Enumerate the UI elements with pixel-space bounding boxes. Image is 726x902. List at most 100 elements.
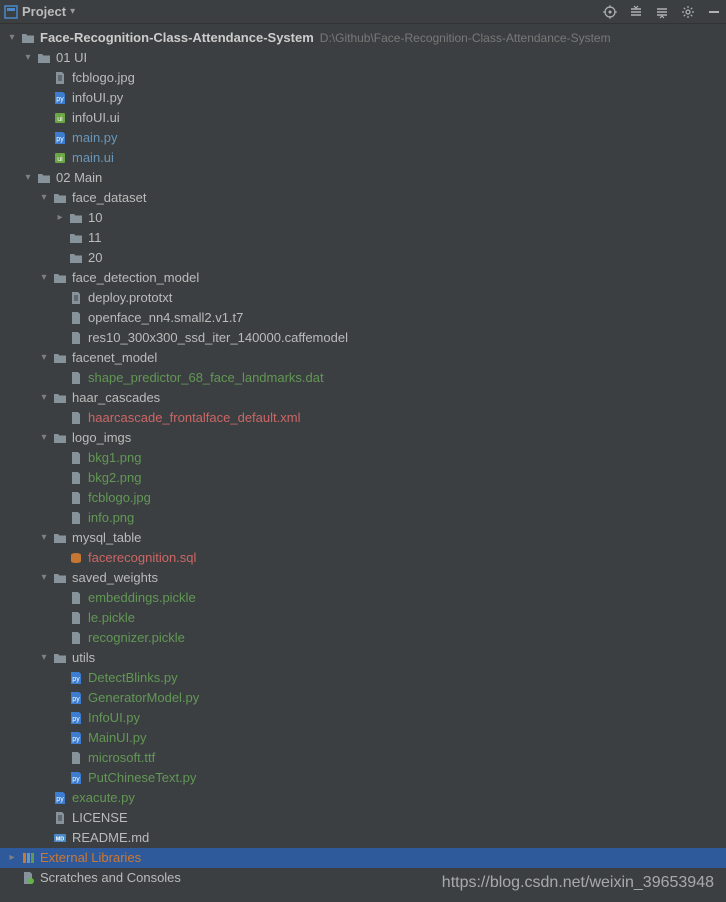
txt-icon xyxy=(52,810,68,826)
project-title[interactable]: Project xyxy=(22,4,66,19)
project-tool-icon xyxy=(4,5,18,19)
generic-icon xyxy=(68,410,84,426)
node-label: External Libraries xyxy=(40,848,141,868)
chevron-down-icon[interactable] xyxy=(20,168,36,188)
tree-row[interactable]: External Libraries xyxy=(0,848,726,868)
tree-row[interactable]: face_detection_model xyxy=(0,268,726,288)
md-icon: MD xyxy=(52,830,68,846)
tree-row[interactable]: Face-Recognition-Class-Attendance-System… xyxy=(0,28,726,48)
node-label: face_dataset xyxy=(72,188,146,208)
project-dropdown-arrow-icon[interactable]: ▾ xyxy=(70,6,75,17)
tree-row[interactable]: haar_cascades xyxy=(0,388,726,408)
folder-icon xyxy=(68,210,84,226)
folder-icon xyxy=(68,230,84,246)
tree-row[interactable]: pyMainUI.py xyxy=(0,728,726,748)
tree-row[interactable]: LICENSE xyxy=(0,808,726,828)
chevron-down-icon[interactable] xyxy=(36,428,52,448)
node-label: DetectBlinks.py xyxy=(88,668,178,688)
folder-icon xyxy=(52,570,68,586)
chevron-down-icon[interactable] xyxy=(36,188,52,208)
tree-row[interactable]: embeddings.pickle xyxy=(0,588,726,608)
locate-icon[interactable] xyxy=(602,4,618,20)
tree-row[interactable]: saved_weights xyxy=(0,568,726,588)
py-icon: py xyxy=(68,710,84,726)
folder-icon xyxy=(52,350,68,366)
generic-icon xyxy=(68,330,84,346)
chevron-right-icon[interactable] xyxy=(52,208,68,228)
sql-icon xyxy=(68,550,84,566)
folder-icon xyxy=(52,270,68,286)
chevron-down-icon[interactable] xyxy=(20,48,36,68)
tree-row[interactable]: bkg1.png xyxy=(0,448,726,468)
folder-icon xyxy=(52,430,68,446)
txt-icon xyxy=(52,70,68,86)
py-icon: py xyxy=(68,670,84,686)
chevron-down-icon[interactable] xyxy=(4,28,20,48)
folder-icon xyxy=(52,190,68,206)
tree-row[interactable]: face_dataset xyxy=(0,188,726,208)
py-icon: py xyxy=(52,790,68,806)
tree-row[interactable]: uimain.ui xyxy=(0,148,726,168)
tree-row[interactable]: facerecognition.sql xyxy=(0,548,726,568)
tree-row[interactable]: res10_300x300_ssd_iter_140000.caffemodel xyxy=(0,328,726,348)
svg-text:py: py xyxy=(56,136,64,143)
tree-row[interactable]: shape_predictor_68_face_landmarks.dat xyxy=(0,368,726,388)
node-label: 02 Main xyxy=(56,168,102,188)
tree-row[interactable]: openface_nn4.small2.v1.t7 xyxy=(0,308,726,328)
folder-icon xyxy=(20,30,36,46)
node-label: microsoft.ttf xyxy=(88,748,155,768)
tree-row[interactable]: MDREADME.md xyxy=(0,828,726,848)
generic-icon xyxy=(68,310,84,326)
node-label: 10 xyxy=(88,208,102,228)
tree-row[interactable]: pyexacute.py xyxy=(0,788,726,808)
tree-row[interactable]: fcblogo.jpg xyxy=(0,488,726,508)
node-label: Face-Recognition-Class-Attendance-System xyxy=(40,28,314,48)
tree-row[interactable]: logo_imgs xyxy=(0,428,726,448)
node-label: InfoUI.py xyxy=(88,708,140,728)
tree-row[interactable]: pymain.py xyxy=(0,128,726,148)
collapse-all-icon[interactable] xyxy=(654,4,670,20)
chevron-down-icon[interactable] xyxy=(36,568,52,588)
tree-row[interactable]: Scratches and Consoles xyxy=(0,868,726,888)
scratch-icon xyxy=(20,870,36,886)
tree-row[interactable]: bkg2.png xyxy=(0,468,726,488)
tree-row[interactable]: 20 xyxy=(0,248,726,268)
tree-row[interactable]: haarcascade_frontalface_default.xml xyxy=(0,408,726,428)
project-tree[interactable]: Face-Recognition-Class-Attendance-System… xyxy=(0,24,726,892)
chevron-down-icon[interactable] xyxy=(36,348,52,368)
hide-icon[interactable] xyxy=(706,4,722,20)
settings-gear-icon[interactable] xyxy=(680,4,696,20)
tree-row[interactable]: pyPutChineseText.py xyxy=(0,768,726,788)
tree-row[interactable]: 10 xyxy=(0,208,726,228)
tree-row[interactable]: mysql_table xyxy=(0,528,726,548)
node-label: shape_predictor_68_face_landmarks.dat xyxy=(88,368,324,388)
expand-all-icon[interactable] xyxy=(628,4,644,20)
node-label: recognizer.pickle xyxy=(88,628,185,648)
tree-row[interactable]: deploy.prototxt xyxy=(0,288,726,308)
tree-row[interactable]: recognizer.pickle xyxy=(0,628,726,648)
chevron-down-icon[interactable] xyxy=(36,528,52,548)
tree-row[interactable]: le.pickle xyxy=(0,608,726,628)
node-label: haar_cascades xyxy=(72,388,160,408)
chevron-down-icon[interactable] xyxy=(36,268,52,288)
folder-icon xyxy=(36,170,52,186)
tree-row[interactable]: pyinfoUI.py xyxy=(0,88,726,108)
tree-row[interactable]: microsoft.ttf xyxy=(0,748,726,768)
node-label: LICENSE xyxy=(72,808,128,828)
tree-row[interactable]: py DetectBlinks.py xyxy=(0,668,726,688)
tree-row[interactable]: 02 Main xyxy=(0,168,726,188)
tree-row[interactable]: pyInfoUI.py xyxy=(0,708,726,728)
chevron-down-icon[interactable] xyxy=(36,388,52,408)
chevron-down-icon[interactable] xyxy=(36,648,52,668)
tree-row[interactable]: fcblogo.jpg xyxy=(0,68,726,88)
tree-row[interactable]: info.png xyxy=(0,508,726,528)
tree-row[interactable]: uiinfoUI.ui xyxy=(0,108,726,128)
txt-icon xyxy=(68,290,84,306)
chevron-right-icon[interactable] xyxy=(4,848,20,868)
tree-row[interactable]: 01 UI xyxy=(0,48,726,68)
tree-row[interactable]: 11 xyxy=(0,228,726,248)
svg-text:py: py xyxy=(72,676,80,683)
tree-row[interactable]: utils xyxy=(0,648,726,668)
tree-row[interactable]: facenet_model xyxy=(0,348,726,368)
tree-row[interactable]: pyGeneratorModel.py xyxy=(0,688,726,708)
